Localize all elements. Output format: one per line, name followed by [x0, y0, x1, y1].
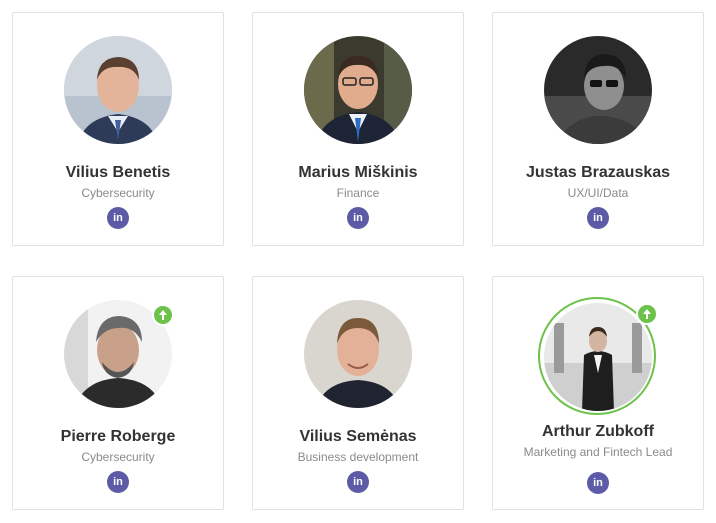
- member-name: Pierre Roberge: [60, 428, 176, 445]
- linkedin-icon[interactable]: in: [587, 472, 609, 494]
- arrow-up-icon: [152, 304, 174, 326]
- member-name: Justas Brazauskas: [525, 164, 671, 181]
- avatar-wrap: [304, 36, 412, 144]
- team-card: Justas Brazauskas UX/UI/Data in: [492, 12, 704, 246]
- team-card: Arthur Zubkoff Marketing and Fintech Lea…: [492, 276, 704, 510]
- member-role: Business development: [297, 450, 419, 464]
- avatar: [64, 36, 172, 144]
- avatar-wrap: [538, 297, 658, 415]
- team-card: Pierre Roberge Cybersecurity in: [12, 276, 224, 510]
- member-name: Vilius Semėnas: [299, 428, 417, 445]
- avatar-wrap: [304, 300, 412, 408]
- linkedin-icon[interactable]: in: [347, 207, 369, 229]
- member-role: Marketing and Fintech Lead: [523, 445, 673, 459]
- avatar: [304, 36, 412, 144]
- team-grid: Vilius Benetis Cybersecurity in Marius M…: [0, 0, 716, 523]
- avatar: [304, 300, 412, 408]
- team-card: Marius Miškinis Finance in: [252, 12, 464, 246]
- avatar-wrap: [544, 36, 652, 144]
- member-name: Vilius Benetis: [65, 164, 171, 181]
- member-name: Arthur Zubkoff: [542, 423, 654, 440]
- linkedin-icon[interactable]: in: [347, 471, 369, 493]
- avatar: [544, 36, 652, 144]
- member-role: Cybersecurity: [81, 186, 155, 200]
- linkedin-icon[interactable]: in: [107, 207, 129, 229]
- member-role: Cybersecurity: [81, 450, 155, 464]
- avatar-wrap: [64, 300, 174, 408]
- avatar-wrap: [64, 36, 172, 144]
- linkedin-icon[interactable]: in: [107, 471, 129, 493]
- linkedin-icon[interactable]: in: [587, 207, 609, 229]
- member-role: UX/UI/Data: [567, 186, 629, 200]
- member-role: Finance: [336, 186, 380, 200]
- arrow-up-icon: [636, 303, 658, 325]
- team-card: Vilius Benetis Cybersecurity in: [12, 12, 224, 246]
- team-card: Vilius Semėnas Business development in: [252, 276, 464, 510]
- member-name: Marius Miškinis: [298, 164, 418, 181]
